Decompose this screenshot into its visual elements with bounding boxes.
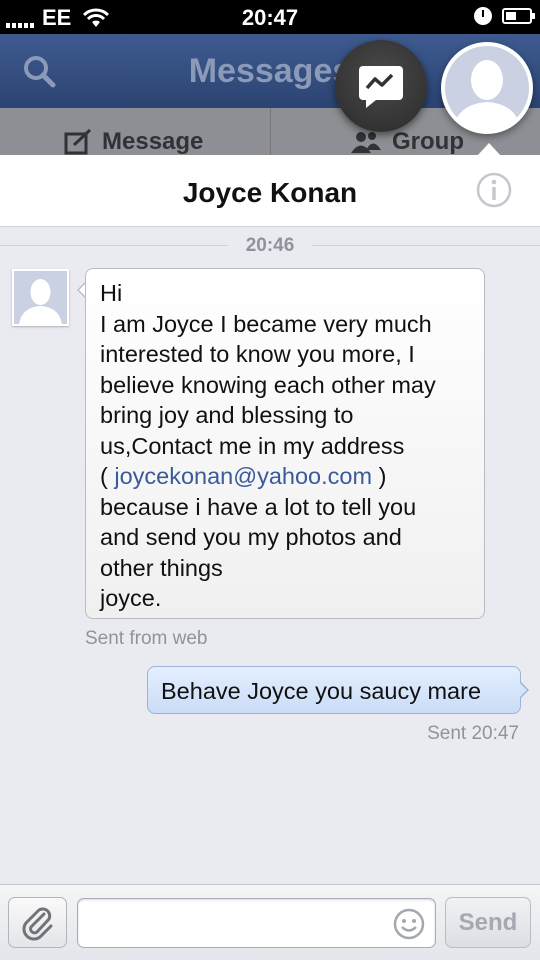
battery-icon	[502, 8, 535, 24]
contact-chat-head[interactable]	[441, 42, 533, 134]
tab-group-label: Group	[392, 128, 464, 155]
contact-name: Joyce Konan	[182, 177, 358, 208]
link-prefix: (	[100, 463, 115, 489]
link-suffix: )	[372, 463, 387, 489]
time-separator-label: 20:46	[245, 235, 295, 256]
messenger-chat-head[interactable]	[335, 40, 427, 132]
group-icon	[351, 132, 381, 153]
tab-message[interactable]: Message	[64, 128, 203, 156]
message-line: I am Joyce I became very much	[100, 310, 432, 337]
incoming-meta: Sent from web	[85, 628, 208, 649]
emoji-icon[interactable]	[393, 908, 425, 940]
sender-avatar[interactable]	[12, 269, 69, 326]
message-line: joyce.	[100, 585, 162, 611]
attach-button[interactable]	[8, 897, 67, 948]
default-avatar-icon	[19, 279, 62, 324]
outgoing-message: Behave Joyce you saucy mare	[147, 666, 521, 714]
message-line: Hi	[100, 280, 123, 306]
message-line: other things	[100, 554, 223, 581]
incoming-message: Hi I am Joyce I became very much interes…	[85, 268, 485, 619]
default-avatar-icon	[453, 60, 521, 130]
outgoing-meta: Sent 20:47	[427, 723, 519, 744]
tab-divider	[270, 108, 271, 156]
tab-message-label: Message	[102, 128, 204, 155]
tab-group[interactable]: Group	[350, 128, 464, 156]
message-line: believe knowing each other may	[100, 371, 436, 398]
message-line: us,Contact me in my address	[100, 432, 405, 459]
status-bar: EE 20:47	[0, 0, 540, 34]
message-line: because i have a lot to tell you	[100, 493, 417, 520]
message-input[interactable]	[88, 899, 388, 945]
clock-icon	[474, 7, 492, 25]
conversation-header: Joyce Konan	[0, 155, 540, 227]
email-link[interactable]: joycekonan@yahoo.com	[114, 463, 372, 489]
status-time: 20:47	[241, 5, 299, 30]
message-line: and send you my photos and	[100, 524, 402, 550]
compose-icon	[64, 129, 92, 155]
outgoing-bubble-tail-fill	[519, 682, 527, 698]
message-line: interested to know you more, I	[100, 341, 415, 367]
paperclip-icon	[22, 906, 52, 940]
composer-bar: Send	[0, 884, 540, 960]
message-input-field[interactable]	[77, 898, 436, 948]
avatar	[445, 46, 529, 130]
send-button[interactable]: Send	[445, 897, 531, 948]
time-separator: 20:46	[0, 235, 540, 256]
message-line: bring joy and blessing to	[100, 402, 354, 428]
message-line-with-link: ( joycekonan@yahoo.com )	[100, 461, 470, 492]
conversation-panel: Joyce Konan 20:46 Hi I am Joyce I became…	[0, 155, 540, 960]
info-icon[interactable]	[476, 172, 512, 208]
messenger-icon	[359, 66, 403, 108]
